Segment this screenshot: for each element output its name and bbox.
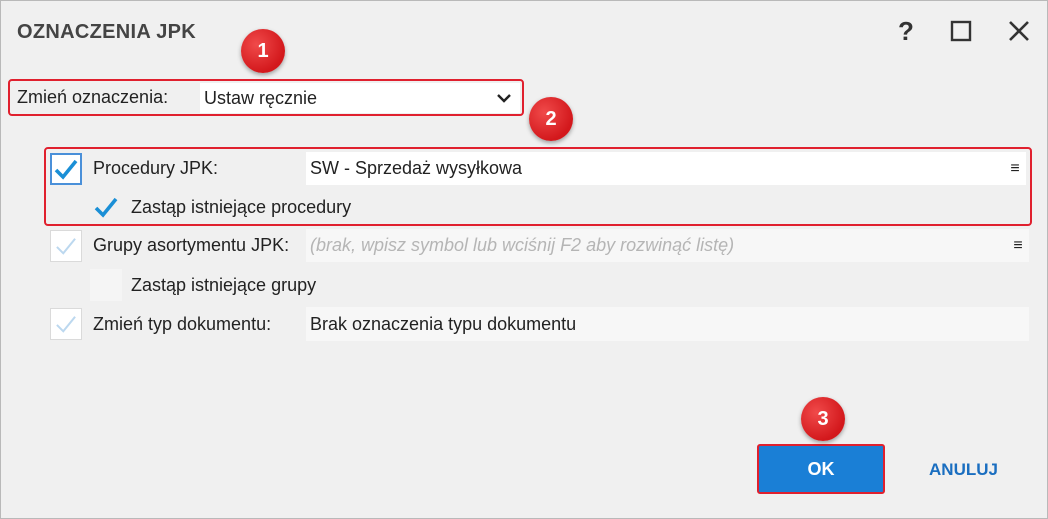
- maximize-icon: [950, 20, 972, 42]
- replace-groups-row: Zastąp istniejące grupy: [131, 275, 316, 296]
- close-button[interactable]: [1001, 13, 1037, 49]
- doctype-label: Zmień typ dokumentu:: [93, 314, 272, 334]
- doctype-value: Brak oznaczenia typu dokumentu: [310, 313, 577, 334]
- groups-placeholder: (brak, wpisz symbol lub wciśnij F2 aby r…: [310, 235, 735, 255]
- checkmark-icon: [54, 159, 78, 180]
- procedures-field[interactable]: SW - Sprzedaż wysyłkowa ≡: [306, 152, 1026, 185]
- step-badge-3: 3: [801, 397, 845, 441]
- change-markings-label: Zmień oznaczenia:: [17, 87, 169, 107]
- groups-field[interactable]: (brak, wpisz symbol lub wciśnij F2 aby r…: [306, 229, 1029, 262]
- chevron-down-icon: [497, 94, 511, 103]
- change-markings-row: Zmień oznaczenia:: [17, 87, 168, 108]
- checkmark-icon: [94, 197, 118, 218]
- cancel-button[interactable]: ANULUJ: [906, 456, 1021, 484]
- menu-icon[interactable]: ≡: [1007, 237, 1029, 255]
- procedures-checkbox[interactable]: [50, 153, 82, 185]
- checkmark-faint-icon: [56, 316, 76, 333]
- maximize-button[interactable]: [943, 13, 979, 49]
- procedures-label-row: Procedury JPK:: [93, 158, 218, 179]
- replace-groups-label: Zastąp istniejące grupy: [131, 275, 317, 295]
- ok-button[interactable]: OK: [757, 444, 885, 494]
- change-markings-value: Ustaw ręcznie: [204, 87, 318, 108]
- groups-label-row: Grupy asortymentu JPK:: [93, 235, 289, 256]
- close-icon: [1009, 21, 1029, 41]
- procedures-label: Procedury JPK:: [93, 158, 219, 178]
- change-markings-select[interactable]: Ustaw ręcznie: [200, 83, 520, 113]
- checkmark-faint-icon: [56, 238, 76, 255]
- doctype-label-row: Zmień typ dokumentu:: [93, 314, 271, 335]
- replace-procedures-spacer: [50, 191, 82, 223]
- help-button[interactable]: ?: [888, 13, 924, 49]
- step-badge-1: 1: [241, 29, 285, 73]
- replace-procedures-checkbox[interactable]: [90, 191, 122, 223]
- replace-procedures-row: Zastąp istniejące procedury: [131, 197, 351, 218]
- doctype-checkbox[interactable]: [50, 308, 82, 340]
- groups-checkbox[interactable]: [50, 230, 82, 262]
- groups-label: Grupy asortymentu JPK:: [93, 235, 290, 255]
- replace-groups-checkbox[interactable]: [90, 269, 122, 301]
- replace-procedures-label: Zastąp istniejące procedury: [131, 197, 352, 217]
- step-badge-2: 2: [529, 97, 573, 141]
- dialog-title: OZNACZENIA JPK: [17, 21, 197, 43]
- doctype-field[interactable]: Brak oznaczenia typu dokumentu: [306, 307, 1029, 341]
- menu-icon[interactable]: ≡: [1004, 160, 1026, 178]
- procedures-value: SW - Sprzedaż wysyłkowa: [310, 158, 523, 178]
- jpk-dialog: OZNACZENIA JPK ? Zmień oznaczenia: Ustaw…: [0, 0, 1048, 519]
